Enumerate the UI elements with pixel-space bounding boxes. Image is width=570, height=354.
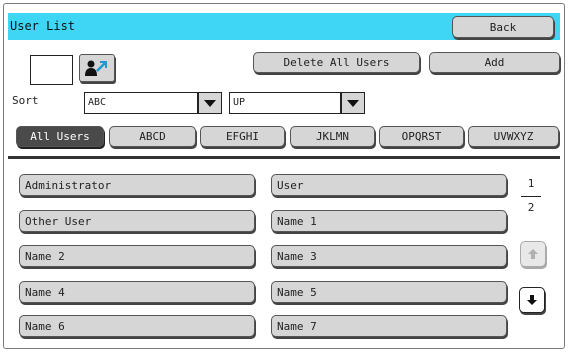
page-title: User List <box>10 19 76 33</box>
page-current: 1 <box>527 177 535 190</box>
chevron-down-icon <box>347 99 359 107</box>
tab-opqrst[interactable]: OPQRST <box>379 126 464 147</box>
user-button-name-1[interactable]: Name 1 <box>271 210 507 232</box>
user-search-button[interactable] <box>79 54 115 82</box>
user-button-name-5[interactable]: Name 5 <box>271 281 507 303</box>
page-divider <box>521 196 541 197</box>
arrow-up-icon <box>528 249 538 259</box>
sort-order-select[interactable]: ABC <box>84 92 198 114</box>
user-button-name-2[interactable]: Name 2 <box>19 245 255 267</box>
add-button[interactable]: Add <box>429 52 560 73</box>
user-search-icon <box>85 60 107 76</box>
page-down-button[interactable] <box>519 287 545 313</box>
sort-direction-select[interactable]: UP <box>229 92 341 114</box>
page-total: 2 <box>527 201 535 214</box>
divider <box>8 156 560 159</box>
user-button-other-user[interactable]: Other User <box>19 210 255 232</box>
back-button[interactable]: Back <box>452 16 554 38</box>
tab-all-users[interactable]: All Users <box>16 126 104 147</box>
user-button-name-4[interactable]: Name 4 <box>19 281 255 303</box>
page-up-button[interactable] <box>520 241 546 267</box>
delete-all-users-button[interactable]: Delete All Users <box>253 52 420 73</box>
chevron-down-icon <box>204 99 216 107</box>
arrow-down-icon <box>527 295 537 305</box>
user-button-administrator[interactable]: Administrator <box>19 174 255 196</box>
tab-jklmn[interactable]: JKLMN <box>290 126 375 147</box>
tab-efghi[interactable]: EFGHI <box>200 126 285 147</box>
sort-direction-dropdown-button[interactable] <box>341 92 365 114</box>
user-button-name-7[interactable]: Name 7 <box>271 315 507 337</box>
user-button-name-3[interactable]: Name 3 <box>271 245 507 267</box>
tab-abcd[interactable]: ABCD <box>109 126 196 147</box>
user-button-name-6[interactable]: Name 6 <box>19 315 255 337</box>
user-button-user[interactable]: User <box>271 174 507 196</box>
sort-order-dropdown-button[interactable] <box>198 92 222 114</box>
sort-label: Sort <box>12 94 39 107</box>
user-number-box[interactable] <box>30 55 73 85</box>
tab-uvwxyz[interactable]: UVWXYZ <box>468 126 559 147</box>
